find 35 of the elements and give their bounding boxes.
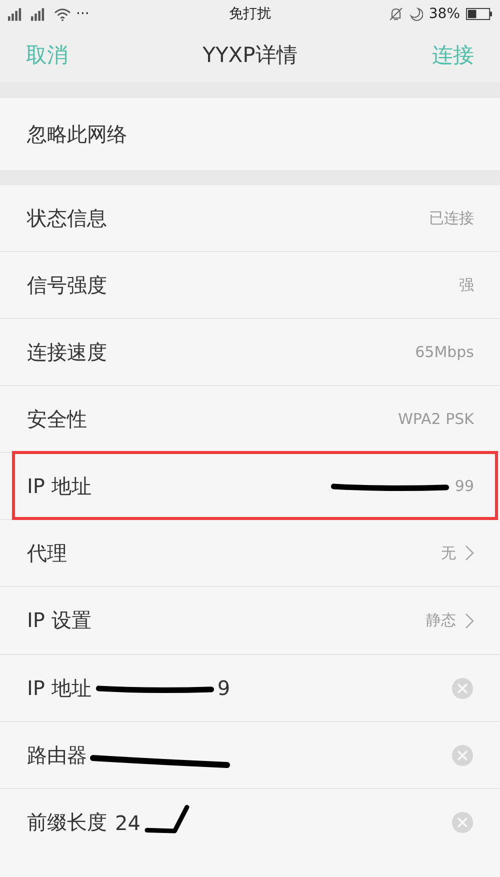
chevron-icon [465,612,474,628]
field-label: IP 地址 [27,674,92,702]
setting-value: 静态 [426,611,456,630]
forget-network-option[interactable]: 忽略此网络 [27,120,127,148]
clear-icon[interactable] [451,744,474,766]
wifi-icon [54,8,71,20]
setting-value: 99 [454,477,474,495]
setting-label: IP 设置 [27,607,92,634]
screen-title: YYXP详情 [202,42,298,69]
more-indicator: ··· [76,6,90,22]
setting-row[interactable]: IP 设置 静态 [0,587,500,654]
clear-icon[interactable] [451,811,474,834]
setting-label: 信号强度 [27,272,107,298]
chevron-icon [465,545,474,561]
setting-value: 无 [441,544,456,562]
setting-label: 代理 [27,540,67,566]
battery-icon [466,8,492,20]
field-value: 24 [115,810,140,834]
setting-label: 连接速度 [27,338,107,366]
field-label: 路由器 [27,742,87,768]
setting-label: IP 地址 [27,472,92,500]
field-value: 9 [217,676,230,700]
status-mode: 免打扰 [229,5,271,23]
setting-value: WPA2 PSK [398,410,474,428]
setting-value: 强 [459,276,474,294]
muted-bell-icon [388,7,403,21]
setting-value: 已连接 [429,208,474,228]
setting-label: 安全性 [27,406,87,432]
moon-icon [408,7,423,21]
setting-value: 65Mbps [415,343,474,361]
setting-label: 状态信息 [27,204,107,232]
setting-row[interactable]: 代理 无 [0,520,500,587]
battery-percent: 38% [428,6,460,22]
clear-icon[interactable] [451,676,474,700]
field-label: 前缀长度 [27,809,107,836]
